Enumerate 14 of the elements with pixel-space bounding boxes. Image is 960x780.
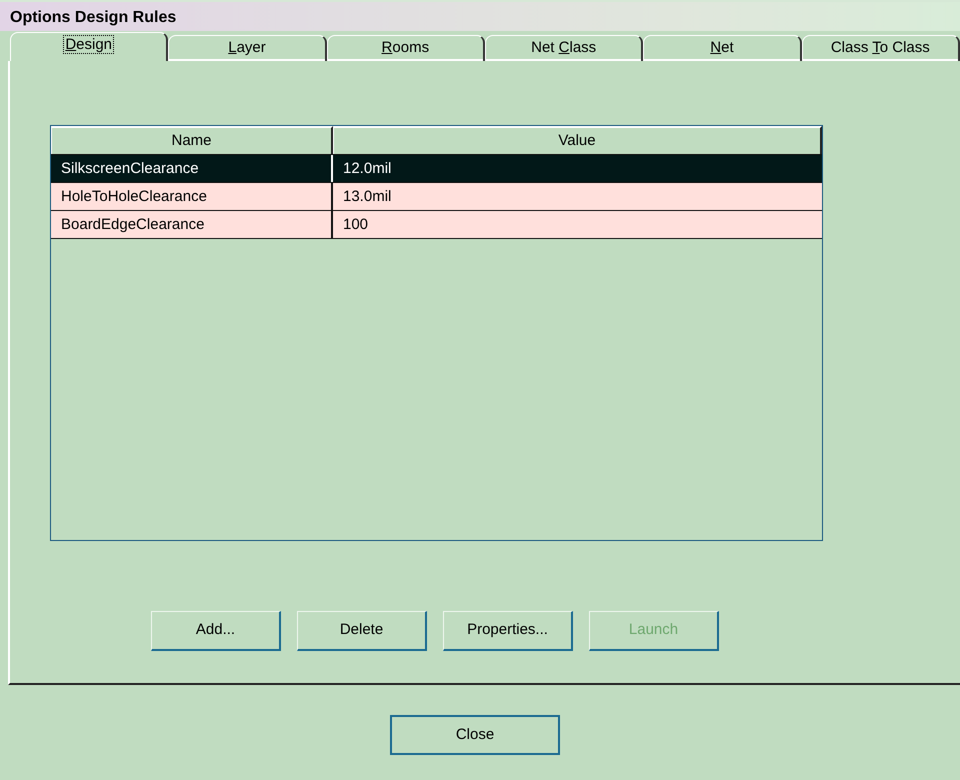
- tab[interactable]: Net Class: [484, 35, 644, 61]
- tab[interactable]: Class To Class: [802, 35, 960, 61]
- tab[interactable]: Layer: [168, 35, 327, 61]
- button[interactable]: Add...: [151, 611, 281, 651]
- table-row[interactable]: BoardEdgeClearance 100: [51, 211, 822, 239]
- tab[interactable]: Design: [10, 32, 168, 61]
- window-title: Options Design Rules: [0, 0, 960, 31]
- table-row[interactable]: SilkscreenClearance 12.0mil: [51, 155, 822, 183]
- close-button[interactable]: Close: [390, 715, 560, 755]
- button[interactable]: Properties...: [443, 611, 573, 651]
- button[interactable]: Delete: [297, 611, 427, 651]
- table-row[interactable]: HoleToHoleClearance 13.0mil: [51, 183, 822, 211]
- tab[interactable]: Rooms: [326, 35, 485, 61]
- tab[interactable]: Net: [643, 35, 802, 61]
